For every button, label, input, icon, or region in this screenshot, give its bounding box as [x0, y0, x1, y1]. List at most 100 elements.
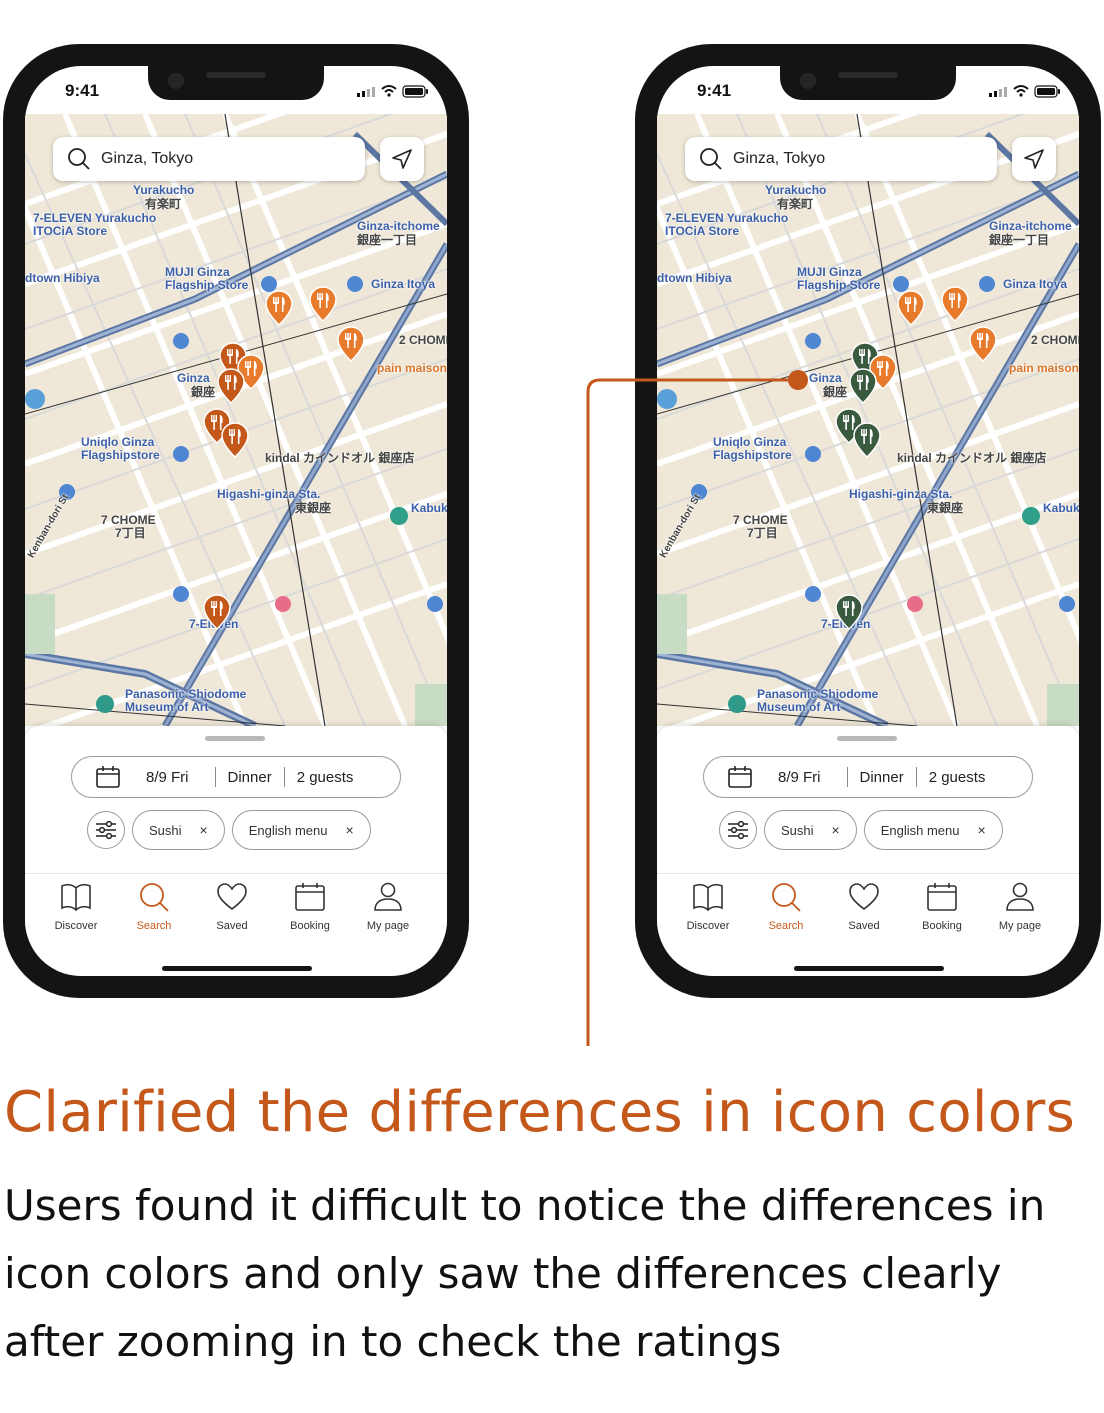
filter-settings-button[interactable] — [87, 811, 125, 849]
calendar-icon — [96, 766, 120, 788]
map-label-2-chome: 2 CHOME — [1031, 333, 1079, 347]
home-indicator — [162, 966, 312, 971]
restaurant-pin[interactable] — [337, 326, 365, 362]
tab-search[interactable]: Search — [115, 882, 193, 932]
caption-headline: Clarified the differences in icon colors — [4, 1080, 1076, 1145]
bottom-tab-bar: Discover Search Saved Booking My page — [25, 882, 447, 932]
notch — [780, 66, 956, 100]
search-icon — [700, 148, 722, 170]
map-view[interactable]: Ginza, Tokyo Yurakucho 有楽町 7-ELEVEN Yura… — [657, 114, 1079, 726]
map-label-yurakucho-jp: 有楽町 — [145, 197, 182, 211]
map-label-ginza-itchome-jp: 銀座一丁目 — [989, 233, 1050, 247]
filter-chip-sushi[interactable]: Sushi × — [764, 810, 857, 850]
heart-icon — [849, 883, 879, 911]
map-label-7-chome-jp: 7丁目 — [747, 526, 778, 540]
restaurant-pin[interactable] — [203, 594, 231, 630]
filter-chip-english-menu[interactable]: English menu × — [863, 810, 1003, 850]
navigation-arrow-icon — [1024, 149, 1044, 169]
tab-label: Saved — [216, 920, 248, 932]
restaurant-pin[interactable] — [969, 326, 997, 362]
booking-summary-pill[interactable]: 8/9 Fri Dinner 2 guests — [71, 756, 401, 798]
restaurant-pin[interactable] — [309, 286, 337, 322]
sheet-grabber[interactable] — [837, 736, 897, 741]
tab-label: My page — [998, 920, 1042, 932]
map-view[interactable]: Ginza, Tokyo Yurakucho 有楽町 7-ELEVEN Yura… — [25, 114, 447, 726]
map-label-kabuki: Kabuk — [411, 501, 447, 515]
restaurant-pin[interactable] — [217, 368, 245, 404]
tab-booking[interactable]: Booking — [903, 882, 981, 932]
tab-booking[interactable]: Booking — [271, 882, 349, 932]
restaurant-pin-green[interactable] — [835, 594, 863, 630]
status-time: 9:41 — [697, 81, 732, 100]
bottom-sheet: 8/9 Fri Dinner 2 guests Sushi × English m… — [657, 726, 1079, 976]
tab-my-page[interactable]: My page — [981, 882, 1059, 932]
search-bar[interactable]: Ginza, Tokyo — [685, 137, 997, 181]
current-location-button[interactable] — [1012, 137, 1056, 181]
tab-label: Discover — [54, 920, 98, 932]
sheet-grabber[interactable] — [205, 736, 265, 741]
booking-summary-pill[interactable]: 8/9 Fri Dinner 2 guests — [703, 756, 1033, 798]
map-label-higashi-ginza-jp: 東銀座 — [927, 501, 964, 515]
chip-label: Sushi — [781, 822, 814, 838]
map-label-ginza-itchome: Ginza-itchome — [357, 219, 440, 233]
tab-label: Search — [768, 920, 804, 932]
map-label-ginza-jp: 銀座 — [823, 385, 848, 399]
map-label-yurakucho: Yurakucho — [765, 183, 827, 197]
map-label-higashi-ginza-jp: 東銀座 — [295, 501, 332, 515]
bottom-tab-bar: Discover Search Saved Booking My page — [657, 882, 1079, 932]
bottom-sheet: 8/9 Fri Dinner 2 guests Sushi × English m… — [25, 726, 447, 976]
map-label-kindal: kindal カインドオル 銀座店 — [265, 451, 415, 465]
map-label-muji: MUJI Ginza Flagship Store — [797, 265, 881, 292]
map-label-yurakucho: Yurakucho — [133, 183, 195, 197]
home-indicator — [794, 966, 944, 971]
map-label-higashi-ginza: Higashi-ginza Sta. — [217, 487, 321, 501]
restaurant-pin[interactable] — [897, 290, 925, 326]
book-icon — [693, 883, 723, 912]
map-label-kabuki: Kabuk — [1043, 501, 1079, 515]
map-label-pain-maison: pain maison — [377, 361, 447, 375]
restaurant-pin[interactable] — [941, 286, 969, 322]
map-label-ginza: Ginza — [177, 371, 210, 385]
tab-search[interactable]: Search — [747, 882, 825, 932]
remove-chip-icon[interactable]: × — [200, 822, 208, 838]
booking-date: 8/9 Fri — [146, 768, 189, 786]
map-label-ginza: Ginza — [809, 371, 842, 385]
booking-guests: 2 guests — [928, 768, 986, 786]
chip-label: English menu — [880, 822, 960, 838]
search-icon — [772, 883, 801, 912]
booking-guests: 2 guests — [296, 768, 354, 786]
tab-saved[interactable]: Saved — [825, 882, 903, 932]
chip-label: Sushi — [149, 822, 182, 838]
filter-chip-english-menu[interactable]: English menu × — [231, 810, 371, 850]
restaurant-pin-green[interactable] — [853, 422, 881, 458]
tab-my-page[interactable]: My page — [349, 882, 427, 932]
filter-chip-sushi[interactable]: Sushi × — [132, 810, 225, 850]
map-label-ginza-itoya: Ginza Itoya — [371, 277, 436, 291]
remove-chip-icon[interactable]: × — [832, 822, 840, 838]
restaurant-pin[interactable] — [265, 290, 293, 326]
map-base — [657, 114, 1079, 726]
map-label-7-chome-jp: 7丁目 — [115, 526, 146, 540]
divider — [657, 873, 1079, 874]
tab-saved[interactable]: Saved — [193, 882, 271, 932]
map-label-higashi-ginza: Higashi-ginza Sta. — [849, 487, 953, 501]
tab-discover[interactable]: Discover — [37, 882, 115, 932]
current-location-button[interactable] — [380, 137, 424, 181]
map-label-7eleven-itocia: 7-ELEVEN Yurakucho ITOCiA Store — [665, 211, 789, 238]
heart-icon — [217, 883, 247, 911]
remove-chip-icon[interactable]: × — [978, 822, 986, 838]
status-icons — [351, 84, 431, 103]
map-label-kindal: kindal カインドオル 銀座店 — [897, 451, 1047, 465]
remove-chip-icon[interactable]: × — [346, 822, 354, 838]
tab-discover[interactable]: Discover — [669, 882, 747, 932]
phone-screen: 9:41 Ginza, Tokyo Yurakucho 有楽町 7-ELEVEN… — [657, 66, 1079, 976]
map-label-uniqlo: Uniqlo Ginza Flagshipstore — [713, 435, 792, 462]
restaurant-pin[interactable] — [221, 422, 249, 458]
status-icons — [983, 84, 1063, 103]
search-bar[interactable]: Ginza, Tokyo — [53, 137, 365, 181]
restaurant-pin-green[interactable] — [849, 368, 877, 404]
filter-settings-button[interactable] — [719, 811, 757, 849]
map-label-hibiya: dtown Hibiya — [657, 271, 732, 285]
status-time: 9:41 — [65, 81, 100, 100]
booking-meal: Dinner — [859, 768, 904, 786]
